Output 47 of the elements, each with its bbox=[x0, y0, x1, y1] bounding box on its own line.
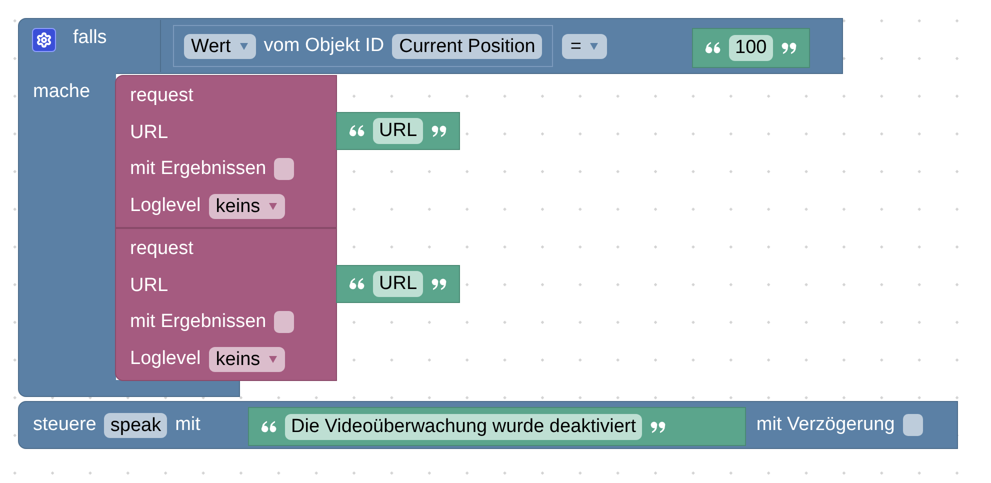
block-label: request bbox=[130, 237, 194, 262]
object-value-block[interactable]: Wert vom Objekt ID Current Position bbox=[173, 25, 554, 67]
block-label: mit Ergebnissen bbox=[130, 157, 266, 182]
text-field[interactable]: Die Videoüberwachung wurde deaktiviert bbox=[285, 414, 642, 440]
text-field[interactable]: URL bbox=[373, 118, 424, 144]
text-block[interactable]: URL bbox=[336, 265, 460, 303]
target-field[interactable]: speak bbox=[104, 412, 168, 438]
caret-icon bbox=[268, 202, 278, 210]
text-block[interactable]: URL bbox=[336, 112, 460, 150]
loglevel-dropdown[interactable]: keins bbox=[208, 346, 286, 372]
open-quote-icon bbox=[349, 125, 365, 137]
operator-dropdown[interactable]: = bbox=[562, 34, 608, 58]
open-quote-icon bbox=[261, 420, 277, 432]
settings-icon[interactable] bbox=[32, 28, 56, 52]
checkbox[interactable] bbox=[274, 311, 294, 334]
text-block[interactable]: Die Videoüberwachung wurde deaktiviert bbox=[248, 407, 746, 446]
block-label: Loglevel bbox=[130, 347, 201, 372]
request-block[interactable]: request URL mit Ergebnissen Loglevel keins bbox=[115, 75, 337, 228]
close-quote-icon bbox=[780, 42, 797, 54]
block-label: mit bbox=[175, 412, 200, 437]
block-label: URL bbox=[130, 120, 170, 145]
block-label: falls bbox=[73, 26, 107, 50]
block-label: steuere bbox=[33, 412, 96, 437]
text-block[interactable]: 100 bbox=[692, 28, 810, 68]
caret-icon bbox=[268, 356, 278, 363]
close-quote-icon bbox=[431, 125, 448, 137]
block-label: mit Verzögerung bbox=[756, 412, 895, 437]
block-label: request bbox=[130, 84, 194, 108]
object-id-field[interactable]: Current Position bbox=[392, 34, 542, 58]
property-dropdown[interactable]: Wert bbox=[184, 34, 256, 58]
checkbox[interactable] bbox=[274, 158, 294, 180]
block-label: mache bbox=[33, 80, 90, 104]
block-label: vom Objekt ID bbox=[264, 34, 384, 58]
caret-icon bbox=[238, 42, 249, 50]
close-quote-icon bbox=[431, 278, 448, 290]
open-quote-icon bbox=[705, 42, 721, 54]
caret-icon bbox=[589, 42, 600, 50]
loglevel-dropdown[interactable]: keins bbox=[208, 194, 286, 219]
block-label: Loglevel bbox=[130, 194, 201, 218]
block-label: mit Ergebnissen bbox=[130, 310, 266, 334]
checkbox[interactable] bbox=[902, 414, 923, 436]
text-field[interactable]: 100 bbox=[729, 35, 773, 61]
open-quote-icon bbox=[349, 278, 365, 290]
block-label: URL bbox=[130, 274, 170, 298]
text-field[interactable]: URL bbox=[373, 271, 424, 297]
request-block[interactable]: request URL mit Ergebnissen Loglevel keins bbox=[115, 228, 337, 381]
close-quote-icon bbox=[650, 420, 666, 432]
